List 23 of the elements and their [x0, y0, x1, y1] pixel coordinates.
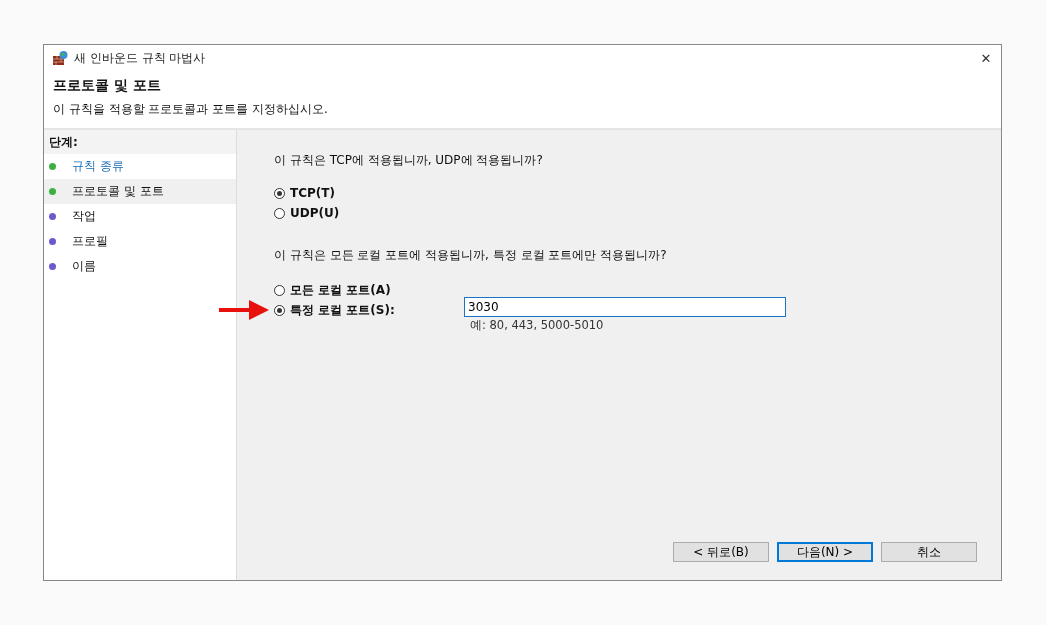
step-item[interactable]: 프로필	[44, 229, 236, 254]
window-title: 새 인바운드 규칙 마법사	[74, 49, 206, 67]
port-field[interactable]: 3030	[464, 297, 786, 317]
step-item[interactable]: 작업	[44, 204, 236, 229]
radio-option[interactable]: TCP(T)	[274, 185, 464, 201]
radio-option[interactable]: UDP(U)	[274, 205, 464, 221]
page-title: 프로토콜 및 포트	[53, 77, 162, 95]
dialog-button[interactable]: < 뒤로(B)	[673, 542, 769, 562]
dialog-button[interactable]: 취소	[881, 542, 977, 562]
page-subtitle: 이 규칙을 적용할 프로토콜과 포트를 지정하십시오.	[53, 101, 329, 118]
firewall-icon	[52, 50, 68, 66]
step-item[interactable]: 이름	[44, 254, 236, 279]
steps-heading: 단계:	[44, 130, 236, 154]
radio-option[interactable]: 특정 로컬 포트(S):	[274, 302, 464, 318]
dialog-button[interactable]: 다음(N) >	[777, 542, 873, 562]
question-text: 이 규칙은 모든 로컬 포트에 적용됩니까, 특정 로컬 포트에만 적용됩니까?	[274, 247, 668, 264]
step-item[interactable]: 규칙 종류	[44, 154, 236, 179]
radio-option[interactable]: 모든 로컬 포트(A)	[274, 282, 464, 298]
arrow-icon	[219, 298, 269, 322]
close-button[interactable]: ✕	[971, 50, 1001, 66]
step-item[interactable]: 프로토콜 및 포트	[44, 179, 236, 204]
question-text: 이 규칙은 TCP에 적용됩니까, UDP에 적용됩니까?	[274, 152, 544, 169]
example-hint: 예: 80, 443, 5000-5010	[469, 318, 605, 333]
